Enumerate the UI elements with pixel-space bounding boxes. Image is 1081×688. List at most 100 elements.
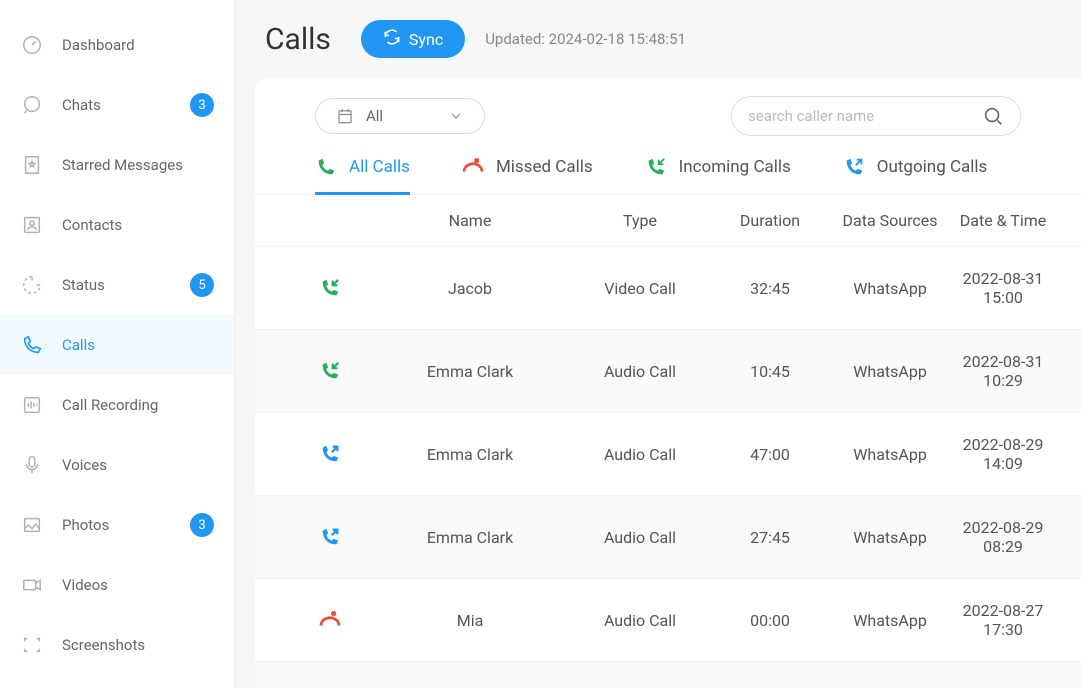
sidebar-item-status[interactable]: Status 5 <box>0 255 234 315</box>
sidebar-item-label: Chats <box>62 96 190 114</box>
badge: 5 <box>190 273 214 297</box>
call-rows: JacobVideo Call32:45WhatsApp2022-08-31 1… <box>255 247 1081 688</box>
col-source: Data Sources <box>825 211 955 230</box>
outgoing-call-icon <box>285 443 375 465</box>
photo-icon <box>20 513 44 537</box>
sidebar: Dashboard Chats 3 Starred Messages Conta… <box>0 0 235 688</box>
cell-source: WhatsApp <box>825 445 955 464</box>
sidebar-item-voices[interactable]: Voices <box>0 435 234 495</box>
sidebar-item-screenshots[interactable]: Screenshots <box>0 615 234 675</box>
chat-icon <box>20 93 44 117</box>
cell-source: WhatsApp <box>825 279 955 298</box>
mic-icon <box>20 453 44 477</box>
sidebar-item-videos[interactable]: Videos <box>0 555 234 615</box>
cell-source: WhatsApp <box>825 528 955 547</box>
content-card: All All Calls Missed Calls <box>255 78 1081 688</box>
cell-type: Audio Call <box>565 445 715 464</box>
incoming-call-icon <box>285 277 375 299</box>
cell-type: Video Call <box>565 279 715 298</box>
outgoing-icon <box>843 156 865 178</box>
tab-label: Incoming Calls <box>679 157 791 177</box>
updated-text: Updated: 2024-02-18 15:48:51 <box>485 30 686 48</box>
table-header: Name Type Duration Data Sources Date & T… <box>255 195 1081 247</box>
sidebar-item-label: Calls <box>62 336 214 354</box>
tab-label: Outgoing Calls <box>877 157 988 177</box>
sidebar-item-label: Dashboard <box>62 36 214 54</box>
table-row[interactable]: Ava GarciaAudio Call00:00WhatsApp2022-08… <box>255 662 1081 688</box>
cell-date: 2022-08-31 15:00 <box>955 269 1051 307</box>
cell-name: Emma Clark <box>375 445 565 464</box>
cell-source: WhatsApp <box>825 611 955 630</box>
chevron-down-icon <box>448 108 464 124</box>
phone-icon <box>315 156 337 178</box>
cell-duration: 10:45 <box>715 362 825 381</box>
sidebar-item-recording[interactable]: Call Recording <box>0 375 234 435</box>
tab-incoming-calls[interactable]: Incoming Calls <box>645 156 791 194</box>
main-content: Calls Sync Updated: 2024-02-18 15:48:51 … <box>235 0 1081 688</box>
missed-icon <box>462 156 484 178</box>
sidebar-item-label: Videos <box>62 576 214 594</box>
sidebar-item-label: Starred Messages <box>62 156 214 174</box>
calendar-icon <box>336 107 354 125</box>
sync-button[interactable]: Sync <box>361 20 465 58</box>
col-duration: Duration <box>715 211 825 230</box>
call-tabs: All Calls Missed Calls Incoming Calls Ou… <box>255 136 1081 195</box>
cell-type: Audio Call <box>565 528 715 547</box>
badge: 3 <box>190 93 214 117</box>
sidebar-item-label: Voices <box>62 456 214 474</box>
missed-call-icon <box>285 609 375 631</box>
sidebar-item-dashboard[interactable]: Dashboard <box>0 15 234 75</box>
sidebar-item-label: Contacts <box>62 216 214 234</box>
cell-name: Emma Clark <box>375 362 565 381</box>
incoming-call-icon <box>285 360 375 382</box>
sidebar-item-contacts[interactable]: Contacts <box>0 195 234 255</box>
badge: 3 <box>190 513 214 537</box>
phone-icon <box>20 333 44 357</box>
star-icon <box>20 153 44 177</box>
cell-date: 2022-08-24 15:00 <box>955 684 1051 688</box>
cell-name: Mia <box>375 611 565 630</box>
search-icon[interactable] <box>982 105 1004 127</box>
cell-source: WhatsApp <box>825 362 955 381</box>
search-input[interactable] <box>748 107 972 125</box>
cell-type: Audio Call <box>565 611 715 630</box>
tab-all-calls[interactable]: All Calls <box>315 156 410 194</box>
cell-type: Audio Call <box>565 362 715 381</box>
cell-date: 2022-08-31 10:29 <box>955 352 1051 390</box>
sidebar-item-starred[interactable]: Starred Messages <box>0 135 234 195</box>
cell-date: 2022-08-29 08:29 <box>955 518 1051 556</box>
sidebar-item-label: Call Recording <box>62 396 214 414</box>
sidebar-item-chats[interactable]: Chats 3 <box>0 75 234 135</box>
table-row[interactable]: Emma ClarkAudio Call10:45WhatsApp2022-08… <box>255 330 1081 413</box>
sidebar-item-label: Status <box>62 276 190 294</box>
cell-date: 2022-08-29 14:09 <box>955 435 1051 473</box>
date-filter-select[interactable]: All <box>315 98 485 134</box>
col-date: Date & Time <box>955 211 1051 230</box>
sidebar-item-photos[interactable]: Photos 3 <box>0 495 234 555</box>
sidebar-item-label: Photos <box>62 516 190 534</box>
table-row[interactable]: Emma ClarkAudio Call27:45WhatsApp2022-08… <box>255 496 1081 579</box>
filter-selected: All <box>366 107 383 125</box>
recording-icon <box>20 393 44 417</box>
table-row[interactable]: Emma ClarkAudio Call47:00WhatsApp2022-08… <box>255 413 1081 496</box>
sync-icon <box>383 28 401 50</box>
cell-date: 2022-08-27 17:30 <box>955 601 1051 639</box>
table-row[interactable]: MiaAudio Call00:00WhatsApp2022-08-27 17:… <box>255 579 1081 662</box>
cell-name: Jacob <box>375 279 565 298</box>
sidebar-item-calls[interactable]: Calls <box>0 315 234 375</box>
toolbar: All <box>255 78 1081 136</box>
status-icon <box>20 273 44 297</box>
tab-missed-calls[interactable]: Missed Calls <box>462 156 593 194</box>
table-row[interactable]: JacobVideo Call32:45WhatsApp2022-08-31 1… <box>255 247 1081 330</box>
page-title: Calls <box>265 22 331 57</box>
outgoing-call-icon <box>285 526 375 548</box>
sidebar-item-label: Screenshots <box>62 636 214 654</box>
col-type: Type <box>565 211 715 230</box>
tab-outgoing-calls[interactable]: Outgoing Calls <box>843 156 988 194</box>
col-name: Name <box>375 211 565 230</box>
video-icon <box>20 573 44 597</box>
cell-duration: 27:45 <box>715 528 825 547</box>
page-header: Calls Sync Updated: 2024-02-18 15:48:51 <box>235 0 1081 78</box>
sync-label: Sync <box>409 30 443 49</box>
cell-duration: 00:00 <box>715 611 825 630</box>
